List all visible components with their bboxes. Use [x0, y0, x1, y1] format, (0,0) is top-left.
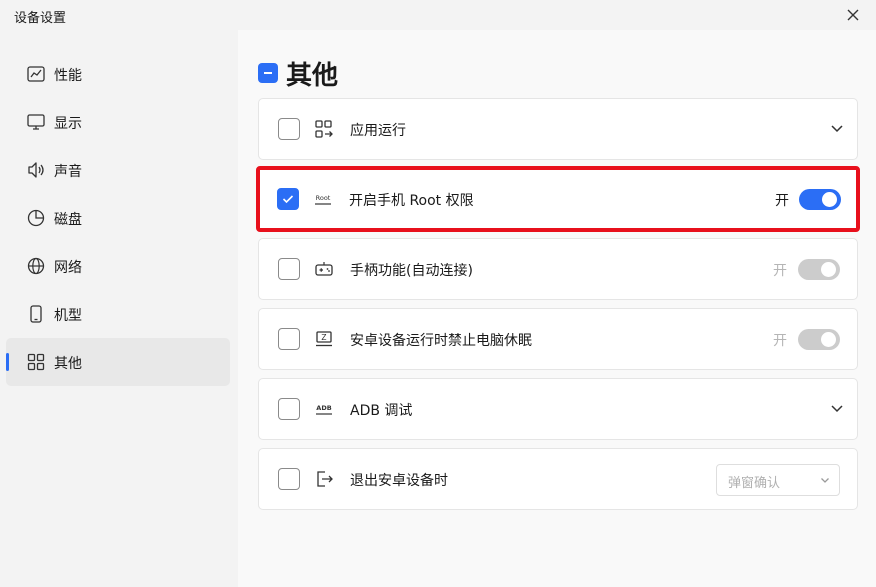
setting-label: 安卓设备运行时禁止电脑休眠 — [350, 333, 532, 349]
gamepad-icon — [315, 262, 333, 276]
sidebar-item-label: 声音 — [54, 164, 82, 180]
select-value: 弹窗确认 — [728, 476, 781, 491]
device-settings-window: 设备设置 性能 显示 声音 磁盘 网络 机型 其他 其他 应用运行 Root 开… — [0, 0, 876, 587]
row-checkbox-checked[interactable] — [277, 188, 299, 210]
exit-behavior-select[interactable]: 弹窗确认 — [716, 464, 840, 496]
prevent-sleep-toggle[interactable] — [798, 329, 840, 350]
sidebar-item-label: 性能 — [54, 68, 82, 84]
sidebar-item-label: 网络 — [54, 260, 82, 276]
exit-icon — [317, 471, 333, 487]
phone-icon — [30, 305, 42, 323]
window-title: 设备设置 — [14, 11, 67, 26]
minus-icon — [264, 72, 272, 74]
sidebar-item-label: 其他 — [54, 356, 82, 372]
sidebar-item-other[interactable]: 其他 — [6, 338, 230, 386]
root-icon: Root — [315, 194, 331, 205]
toggle-knob — [821, 262, 836, 277]
setting-row-app-run: 应用运行 — [258, 98, 858, 160]
checkmark-icon — [282, 195, 294, 204]
svg-text:Z: Z — [321, 333, 326, 342]
svg-text:Root: Root — [316, 194, 331, 202]
close-button[interactable] — [842, 4, 864, 26]
sidebar-item-display[interactable]: 显示 — [6, 98, 230, 146]
sidebar-item-label: 显示 — [54, 116, 82, 132]
setting-label: 手柄功能(自动连接) — [350, 263, 473, 279]
setting-label: ADB 调试 — [350, 403, 413, 419]
row-checkbox[interactable] — [278, 328, 300, 350]
row-checkbox[interactable] — [278, 468, 300, 490]
chevron-down-icon — [821, 478, 829, 483]
setting-label: 开启手机 Root 权限 — [349, 193, 474, 209]
root-toggle[interactable] — [799, 189, 841, 210]
setting-row-root: Root 开启手机 Root 权限 开 — [256, 166, 860, 232]
setting-row-prevent-sleep: Z 安卓设备运行时禁止电脑休眠 开 — [258, 308, 858, 370]
sidebar-item-label: 磁盘 — [54, 212, 82, 228]
title-bar: 设备设置 — [0, 0, 876, 30]
setting-row-gamepad: 手柄功能(自动连接) 开 — [258, 238, 858, 300]
pie-disk-icon — [27, 209, 45, 227]
sidebar: 性能 显示 声音 磁盘 网络 机型 其他 — [0, 30, 238, 587]
sidebar-item-sound[interactable]: 声音 — [6, 146, 230, 194]
row-checkbox[interactable] — [278, 398, 300, 420]
sidebar-item-model[interactable]: 机型 — [6, 290, 230, 338]
grid-icon — [27, 353, 45, 371]
toggle-state-label: 开 — [775, 193, 789, 209]
speaker-icon — [28, 162, 44, 178]
toggle-state-label: 开 — [773, 263, 787, 279]
chevron-down-icon[interactable] — [829, 120, 845, 136]
svg-text:ADB: ADB — [316, 404, 331, 412]
row-checkbox[interactable] — [278, 258, 300, 280]
row-checkbox[interactable] — [278, 118, 300, 140]
adb-icon: ADB — [316, 404, 332, 415]
toggle-knob — [822, 192, 837, 207]
page-title: 其他 — [286, 60, 339, 91]
toggle-knob — [821, 332, 836, 347]
sidebar-item-network[interactable]: 网络 — [6, 242, 230, 290]
setting-label: 退出安卓设备时 — [350, 473, 448, 489]
setting-row-adb: ADB ADB 调试 — [258, 378, 858, 440]
settings-panel: 其他 应用运行 Root 开启手机 Root 权限 开 手柄功能(自动连接) 开… — [238, 30, 876, 587]
close-icon — [847, 9, 859, 21]
setting-label: 应用运行 — [350, 123, 406, 139]
app-run-icon — [315, 120, 333, 138]
globe-icon — [27, 257, 45, 275]
monitor-icon — [27, 114, 45, 130]
section-heading: 其他 — [258, 56, 339, 91]
gamepad-toggle[interactable] — [798, 259, 840, 280]
sleep-screen-icon: Z — [316, 331, 332, 347]
sidebar-item-label: 机型 — [54, 308, 82, 324]
setting-row-exit-device: 退出安卓设备时 弹窗确认 — [258, 448, 858, 510]
sidebar-item-disk[interactable]: 磁盘 — [6, 194, 230, 242]
sidebar-item-performance[interactable]: 性能 — [6, 50, 230, 98]
toggle-state-label: 开 — [773, 333, 787, 349]
chevron-down-icon[interactable] — [829, 400, 845, 416]
performance-chart-icon — [27, 66, 45, 82]
section-select-all-checkbox[interactable] — [258, 63, 278, 83]
